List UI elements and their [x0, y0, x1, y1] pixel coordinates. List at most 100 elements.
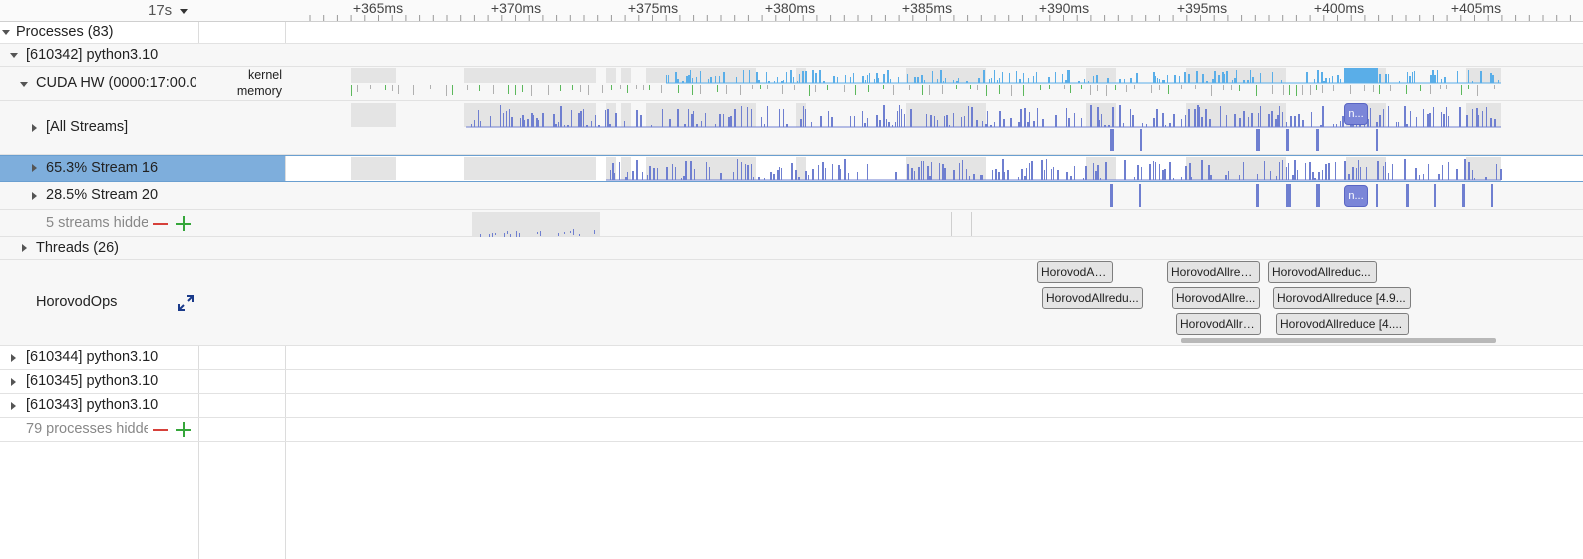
kernel-bar[interactable] — [1275, 119, 1277, 127]
memcpy-mark[interactable] — [1461, 85, 1462, 95]
memcpy-mark[interactable] — [611, 85, 612, 90]
kernel-bar[interactable] — [686, 76, 688, 83]
kernel-bar[interactable] — [1153, 161, 1154, 180]
kernel-bar[interactable] — [1149, 164, 1151, 180]
kernel-bar[interactable] — [1348, 174, 1350, 180]
kernel-bar[interactable] — [1153, 72, 1155, 83]
kernel-bar[interactable] — [766, 72, 767, 83]
kernel-bar[interactable] — [1388, 106, 1389, 127]
memcpy-mark[interactable] — [726, 85, 727, 94]
kernel-bar[interactable] — [779, 109, 780, 127]
memcpy-mark[interactable] — [1468, 85, 1469, 89]
kernel-bar[interactable] — [1110, 184, 1113, 207]
kernel-bar[interactable] — [636, 110, 638, 127]
kernel-bar[interactable] — [533, 115, 534, 127]
kernel-bar[interactable] — [1311, 112, 1312, 127]
horovod-op-slice[interactable]: HorovodAllreduc... — [1268, 261, 1377, 283]
kernel-bar[interactable] — [723, 114, 724, 127]
memcpy-mark[interactable] — [782, 85, 783, 94]
kernel-bar[interactable] — [1105, 162, 1107, 180]
row-horovod-ops[interactable]: HorovodOps HorovodAll... HorovodAllred..… — [0, 260, 1583, 346]
memcpy-mark[interactable] — [643, 85, 644, 90]
kernel-bar[interactable] — [1272, 72, 1273, 83]
kernel-bar[interactable] — [1416, 117, 1417, 127]
kernel-bar[interactable] — [1282, 160, 1283, 180]
kernel-bar[interactable] — [500, 105, 501, 127]
kernel-bar[interactable] — [1260, 106, 1261, 127]
kernel-bar[interactable] — [987, 111, 988, 127]
kernel-bar[interactable] — [1322, 170, 1323, 180]
kernel-bar[interactable] — [1162, 170, 1164, 180]
kernel-bar[interactable] — [1027, 122, 1029, 127]
kernel-bar[interactable] — [946, 115, 948, 127]
kernel-bar[interactable] — [898, 77, 899, 83]
plus-icon[interactable] — [176, 422, 191, 437]
kernel-bar[interactable] — [1286, 184, 1291, 207]
horovod-op-slice[interactable]: HorovodAllre... — [1176, 313, 1261, 335]
kernel-bar[interactable] — [969, 176, 970, 180]
kernel-bar[interactable] — [1029, 163, 1030, 180]
kernel-bar[interactable] — [1306, 72, 1308, 83]
kernel-bar[interactable] — [911, 168, 913, 180]
kernel-bar[interactable] — [1298, 114, 1300, 127]
kernel-bar[interactable] — [693, 111, 694, 127]
kernel-bar[interactable] — [876, 73, 878, 83]
kernel-bar[interactable] — [1124, 160, 1126, 180]
memcpy-mark[interactable] — [1023, 85, 1024, 96]
hidden-streams-timeline[interactable] — [286, 210, 1583, 237]
kernel-bar[interactable] — [1309, 162, 1311, 180]
kernel-bar[interactable] — [1067, 70, 1069, 83]
memcpy-mark[interactable] — [560, 85, 561, 91]
kernel-bar[interactable] — [1446, 107, 1447, 127]
kernel-bar[interactable] — [1031, 161, 1033, 180]
memcpy-mark[interactable] — [827, 85, 828, 90]
kernel-bar[interactable] — [953, 113, 954, 127]
kernel-bar[interactable] — [1356, 168, 1357, 180]
kernel-bar[interactable] — [509, 109, 510, 127]
kernel-bar[interactable] — [999, 111, 1001, 127]
stream-20-timeline[interactable] — [286, 182, 1583, 210]
kernel-bar[interactable] — [511, 117, 513, 127]
kernel-bar[interactable] — [1036, 72, 1037, 83]
kernel-bar[interactable] — [1398, 122, 1399, 127]
kernel-bar[interactable] — [1462, 184, 1465, 207]
memcpy-mark[interactable] — [1373, 85, 1374, 92]
kernel-bar[interactable] — [627, 172, 628, 180]
memcpy-mark[interactable] — [1049, 85, 1050, 89]
kernel-bar[interactable] — [1055, 72, 1056, 83]
kernel-bar[interactable] — [741, 106, 742, 127]
kernel-bar[interactable] — [1173, 114, 1175, 127]
kernel-bar[interactable] — [1044, 170, 1045, 180]
kernel-bar[interactable] — [536, 118, 538, 127]
kernel-bar[interactable] — [907, 74, 908, 83]
kernel-bar[interactable] — [478, 110, 479, 127]
memcpy-mark[interactable] — [942, 85, 943, 94]
kernel-bar[interactable] — [540, 231, 541, 236]
kernel-bar[interactable] — [1286, 167, 1287, 180]
kernel-bar[interactable] — [506, 111, 507, 127]
kernel-bar[interactable] — [837, 77, 838, 83]
memcpy-mark[interactable] — [1256, 85, 1257, 96]
memcpy-mark[interactable] — [1289, 85, 1290, 95]
kernel-bar[interactable] — [1423, 109, 1424, 127]
kernel-bar[interactable] — [675, 167, 676, 180]
kernel-bar[interactable] — [522, 115, 524, 127]
kernel-bar[interactable] — [1199, 107, 1200, 127]
kernel-bar[interactable] — [781, 168, 782, 180]
kernel-bar[interactable] — [1188, 74, 1190, 83]
memcpy-mark[interactable] — [1070, 85, 1071, 93]
kernel-bar[interactable] — [1329, 78, 1330, 83]
kernel-bar[interactable] — [1226, 71, 1228, 83]
row-process-610343[interactable]: [610343] python3.10 — [0, 394, 1583, 418]
kernel-bar[interactable] — [720, 173, 722, 180]
kernel-bar[interactable] — [1480, 71, 1482, 83]
busy-region[interactable] — [464, 68, 596, 83]
kernel-bar[interactable] — [808, 175, 809, 180]
expand-triangle-icon[interactable] — [32, 124, 37, 132]
kernel-bar[interactable] — [696, 77, 697, 83]
kernel-bar[interactable] — [1388, 74, 1389, 83]
memcpy-mark[interactable] — [922, 85, 923, 95]
kernel-bar[interactable] — [1201, 160, 1203, 180]
kernel-bar[interactable] — [520, 118, 521, 127]
row-threads[interactable]: Threads (26) — [0, 237, 1583, 260]
